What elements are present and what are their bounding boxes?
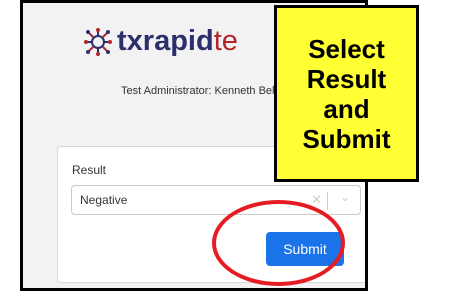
instruction-callout: Select Result and Submit xyxy=(274,5,419,182)
logo-text-rapid: rapid xyxy=(142,25,214,57)
select-separator xyxy=(327,192,328,210)
submit-highlight-circle xyxy=(212,200,345,286)
chevron-down-icon[interactable]: ⌄ xyxy=(340,190,350,204)
callout-text: Select Result and Submit xyxy=(302,34,390,154)
test-administrator-text: Test Administrator: Kenneth Bell xyxy=(121,85,277,97)
result-label: Result xyxy=(72,163,107,177)
callout-line-4: Submit xyxy=(302,123,391,154)
callout-line-2: Result xyxy=(306,63,387,94)
logo-text-te: te xyxy=(213,25,238,57)
callout-line-1: Select xyxy=(308,33,385,64)
txrapidtest-logo: tx rapid te xyxy=(83,25,238,58)
callout-line-3: and xyxy=(323,93,370,124)
result-selected-value: Negative xyxy=(80,193,128,207)
virus-network-icon xyxy=(84,27,112,56)
logo-text-tx: tx xyxy=(117,25,143,57)
